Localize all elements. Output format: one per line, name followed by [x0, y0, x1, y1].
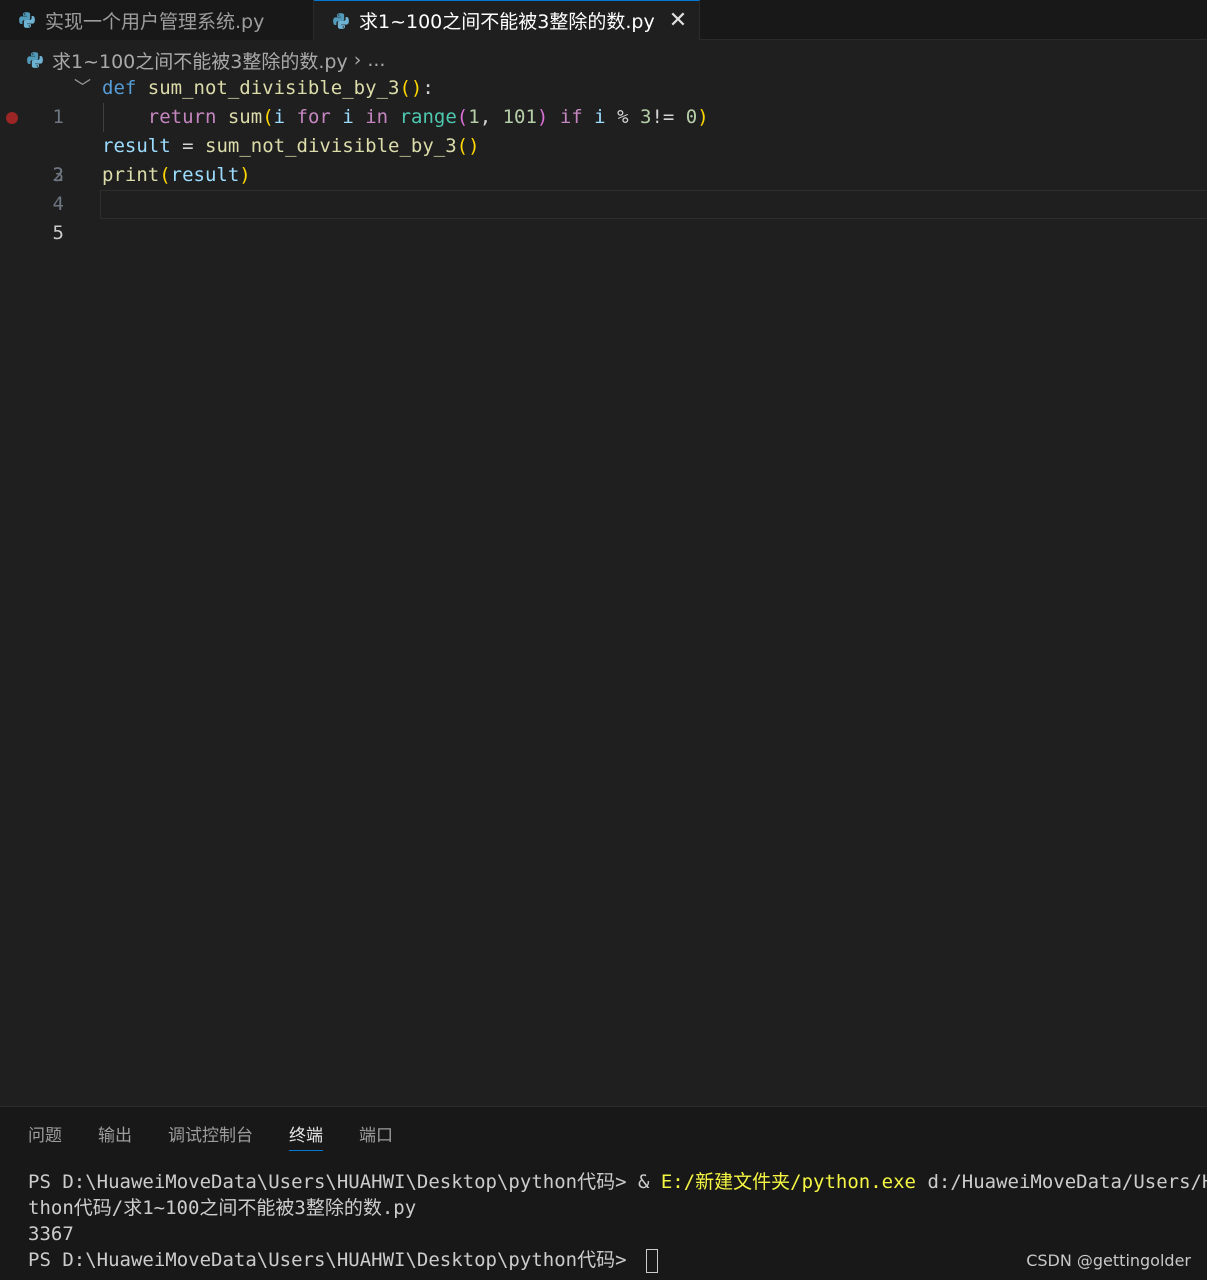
terminal-line: thon代码/求1~100之间不能被3整除的数.py: [28, 1197, 417, 1219]
breadcrumb: 求1~100之间不能被3整除的数.py › ...: [26, 46, 385, 74]
tab-user-management[interactable]: 实现一个用户管理系统.py: [0, 0, 314, 40]
tab-terminal[interactable]: 终端: [289, 1121, 323, 1151]
watermark: CSDN @gettingolder: [1026, 1251, 1191, 1270]
chevron-right-icon: ›: [353, 49, 362, 71]
bottom-panel: 问题 输出 调试控制台 终端 端口 PS D:\HuaweiMoveData\U…: [0, 1106, 1207, 1280]
tab-label: 实现一个用户管理系统.py: [45, 10, 265, 33]
tab-divisible-by-3[interactable]: 求1~100之间不能被3整除的数.py ✕: [314, 0, 700, 40]
breadcrumb-file[interactable]: 求1~100之间不能被3整除的数.py: [52, 47, 348, 74]
line-code: result = sum_not_divisible_by_3(): [102, 135, 480, 157]
line-code: def sum_not_divisible_by_3():: [102, 77, 434, 99]
breadcrumb-more[interactable]: ...: [367, 49, 385, 71]
breakpoint-icon[interactable]: [6, 112, 18, 124]
code-line[interactable]: 4 print(result): [0, 161, 1207, 215]
code-line[interactable]: 3 result = sum_not_divisible_by_3(): [0, 132, 1207, 186]
line-code: return sum(i for i in range(1, 101) if i…: [147, 106, 709, 128]
tab-label: 求1~100之间不能被3整除的数.py: [359, 11, 655, 33]
code-line-current[interactable]: 5: [0, 190, 1207, 244]
close-icon[interactable]: ✕: [669, 9, 687, 32]
code-editor[interactable]: 1 ﹀ def sum_not_divisible_by_3(): 2 retu…: [0, 74, 1207, 1104]
python-file-icon: [333, 12, 349, 29]
code-line[interactable]: 1 ﹀ def sum_not_divisible_by_3():: [0, 74, 1207, 128]
tab-problems[interactable]: 问题: [28, 1121, 62, 1151]
terminal-cursor[interactable]: [645, 1248, 658, 1273]
code-line[interactable]: 2 return sum(i for i in range(1, 101) if…: [0, 103, 1207, 186]
terminal-output: 3367: [28, 1223, 74, 1245]
panel-tabs: 问题 输出 调试控制台 终端 端口: [28, 1121, 429, 1151]
tab-bar: 实现一个用户管理系统.py 求1~100之间不能被3整除的数.py ✕: [0, 0, 1207, 40]
python-file-icon: [27, 52, 43, 68]
chevron-down-icon[interactable]: ﹀: [74, 74, 91, 103]
tab-output[interactable]: 输出: [98, 1121, 132, 1151]
line-number: 5: [52, 222, 64, 244]
tab-ports[interactable]: 端口: [359, 1121, 393, 1151]
line-code: print(result): [102, 164, 251, 186]
current-line-highlight: [100, 190, 1207, 219]
terminal-line: PS D:\HuaweiMoveData\Users\HUAHWI\Deskto…: [28, 1171, 1207, 1193]
tab-debug-console[interactable]: 调试控制台: [168, 1121, 253, 1151]
python-file-icon: [19, 12, 35, 28]
